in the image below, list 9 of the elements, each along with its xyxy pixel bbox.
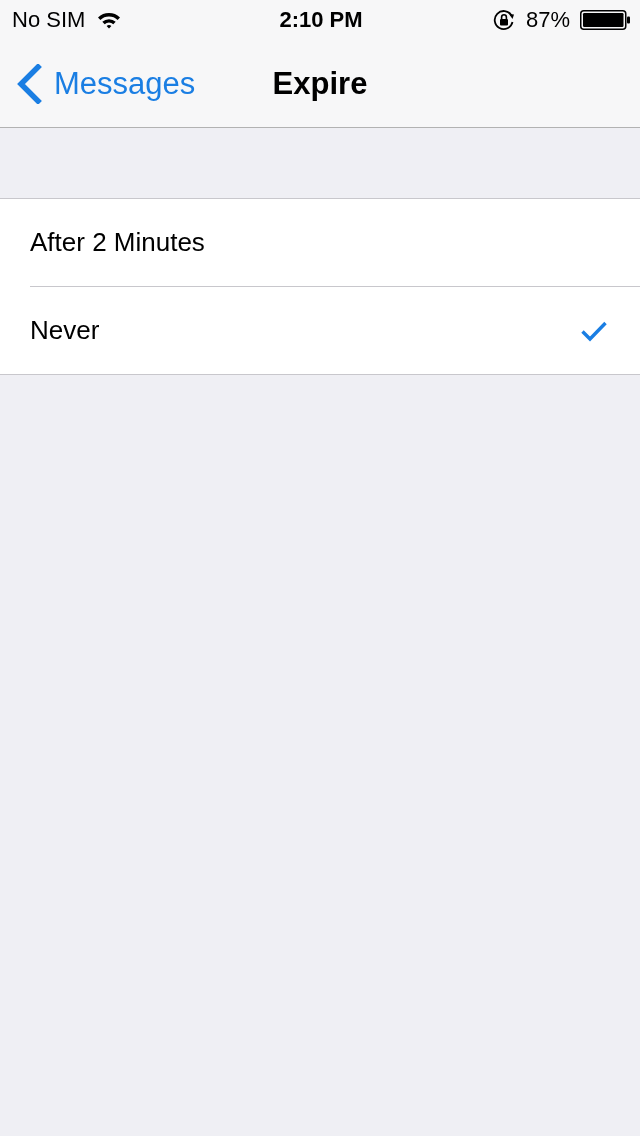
battery-icon xyxy=(580,10,630,30)
rotation-lock-icon xyxy=(491,8,516,32)
back-button[interactable]: Messages xyxy=(0,63,196,104)
carrier-label: No SIM xyxy=(12,7,86,33)
wifi-icon xyxy=(97,11,122,29)
clock-label: 2:10 PM xyxy=(279,7,363,33)
battery-percent-label: 87% xyxy=(525,7,570,33)
page-title: Expire xyxy=(272,64,368,103)
chevron-left-icon xyxy=(16,63,42,104)
